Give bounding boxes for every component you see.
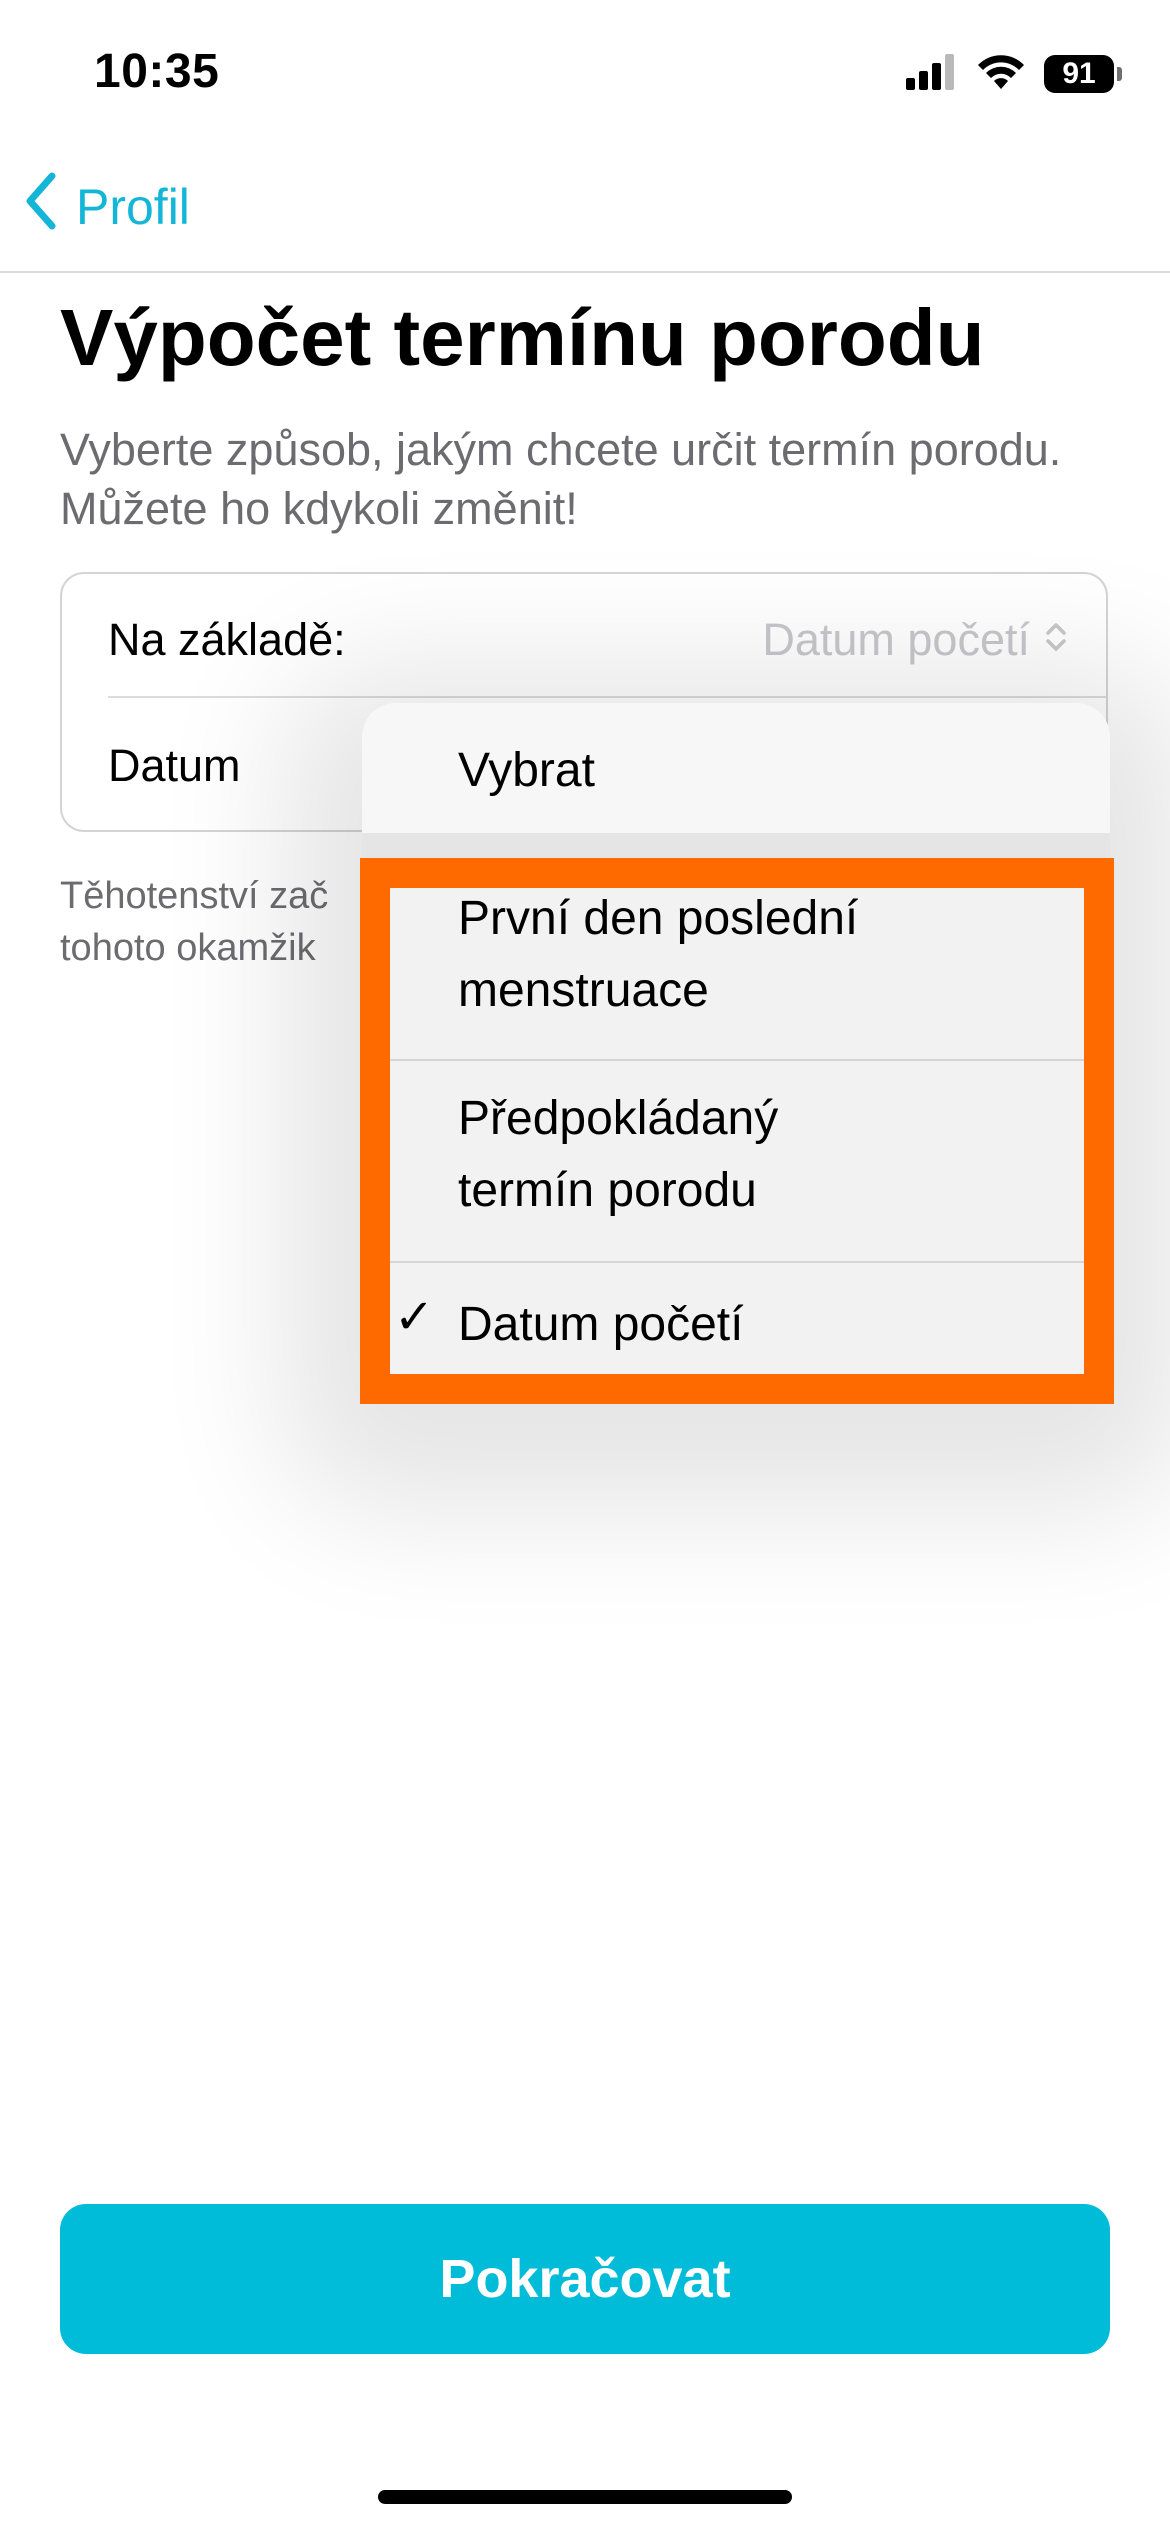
- menu-item-first-day-last-period[interactable]: První den poslední menstruace: [362, 859, 1110, 1059]
- chevron-up-down-icon: [1044, 614, 1068, 666]
- chevron-left-icon: [24, 172, 58, 242]
- menu-header: Vybrat: [362, 703, 1110, 833]
- basis-value: Datum početí: [762, 614, 1030, 665]
- basis-label: Na základě:: [108, 614, 346, 665]
- page-title: Výpočet termínu porodu: [60, 293, 985, 382]
- menu-item-label: Předpokládaný termín porodu: [458, 1083, 778, 1227]
- battery-icon: 91: [1044, 55, 1122, 93]
- cellular-signal-icon: [906, 53, 958, 95]
- back-label: Profil: [76, 179, 190, 235]
- basis-dropdown-menu: Vybrat První den poslední menstruace Pře…: [362, 703, 1110, 1393]
- menu-item-conception-date[interactable]: ✓ Datum početí: [362, 1263, 1110, 1393]
- page-subtitle: Vyberte způsob, jakým chcete určit termí…: [60, 424, 1062, 534]
- menu-item-label-line1: Předpokládaný: [458, 1092, 779, 1145]
- date-label: Datum: [108, 740, 241, 791]
- menu-title: Vybrat: [458, 744, 595, 797]
- nav-divider: [0, 271, 1170, 273]
- status-icons: 91: [906, 52, 1122, 96]
- basis-picker[interactable]: Datum početí: [762, 614, 1068, 666]
- menu-item-estimated-due-date[interactable]: Předpokládaný termín porodu: [362, 1061, 1110, 1261]
- continue-button[interactable]: Pokračovat: [60, 2204, 1110, 2354]
- menu-section-gap: [362, 833, 1110, 859]
- menu-item-label-line1: První den poslední: [458, 892, 859, 945]
- row-divider: [108, 696, 1106, 698]
- checkmark-icon: ✓: [394, 1291, 435, 1344]
- menu-item-label: První den poslední menstruace: [458, 883, 858, 1027]
- status-time: 10:35: [94, 45, 220, 98]
- menu-item-label: Datum početí: [458, 1298, 744, 1351]
- menu-item-label-line2: menstruace: [458, 964, 709, 1017]
- basis-row[interactable]: Na základě: Datum početí: [62, 574, 1106, 704]
- home-indicator[interactable]: [378, 2490, 792, 2504]
- back-button[interactable]: Profil: [24, 172, 190, 242]
- wifi-icon: [976, 53, 1026, 96]
- menu-item-label-line2: termín porodu: [458, 1164, 757, 1217]
